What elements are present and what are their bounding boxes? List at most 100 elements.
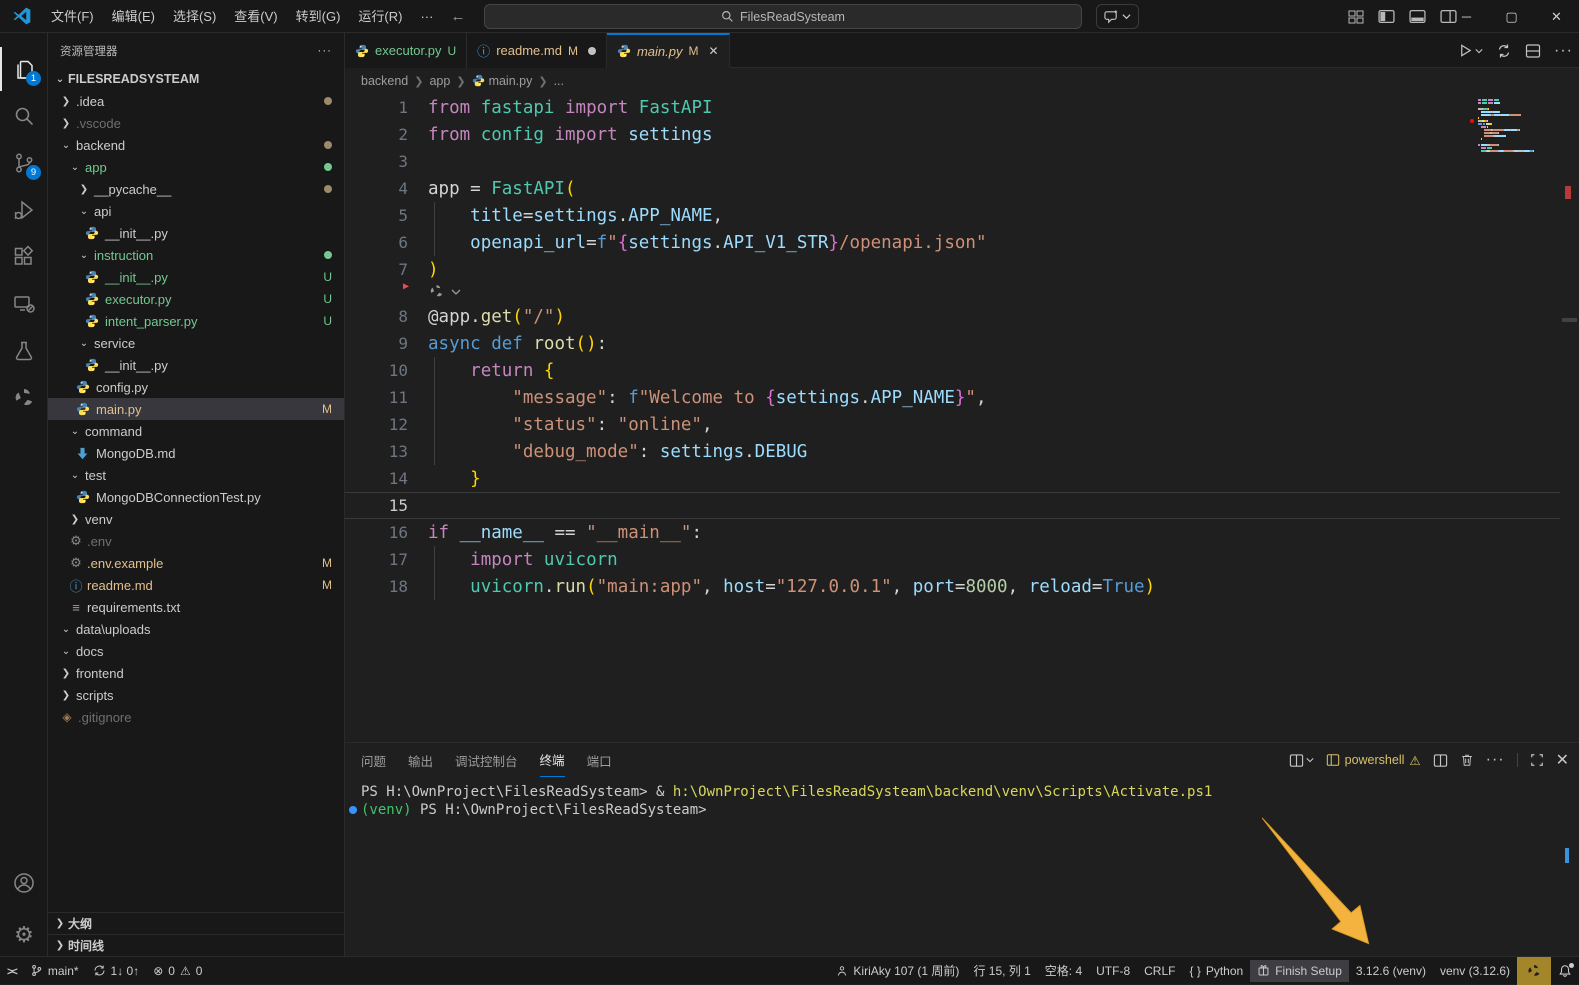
more-actions-icon[interactable]: ··· — [1554, 42, 1573, 60]
panel-tab-端口[interactable]: 端口 — [587, 743, 612, 777]
maximize-button[interactable]: ▢ — [1489, 0, 1534, 33]
activity-testing[interactable] — [0, 329, 48, 373]
code-line-7[interactable]: 7) — [345, 256, 1560, 283]
status-problems[interactable]: ⊗0⚠0 — [146, 960, 209, 982]
code-line-16[interactable]: 16if __name__ == "__main__": — [345, 519, 1560, 546]
breadcrumb-app[interactable]: app — [429, 74, 450, 88]
minimize-button[interactable]: ─ — [1444, 0, 1489, 33]
split-terminal-icon[interactable] — [1433, 753, 1448, 768]
sidebar-more-actions[interactable]: ··· — [318, 45, 333, 57]
menu-r[interactable]: 运行(R) — [349, 0, 411, 33]
code-line-13[interactable]: 13 "debug_mode": settings.DEBUG — [345, 438, 1560, 465]
code-line-6[interactable]: 6 openapi_url=f"{settings.API_V1_STR}/op… — [345, 229, 1560, 256]
tree-item-frontend[interactable]: ❯frontend — [48, 662, 344, 684]
terminal-content[interactable]: PS H:\OwnProject\FilesReadSysteam> & h:\… — [345, 783, 1579, 956]
panel-tab-输出[interactable]: 输出 — [408, 743, 433, 777]
tree-item-requirements.txt[interactable]: ≡requirements.txt — [48, 596, 344, 618]
tree-item-service[interactable]: ⌄service — [48, 332, 344, 354]
code-line-4[interactable]: 4app = FastAPI( — [345, 175, 1560, 202]
tree-item-__pycache__[interactable]: ❯__pycache__ — [48, 178, 344, 200]
activity-source-control[interactable]: 9 — [0, 141, 48, 185]
tree-item-instruction[interactable]: ⌄instruction — [48, 244, 344, 266]
activity-search[interactable] — [0, 94, 48, 138]
workspace-root-folder[interactable]: ⌄ FILESREADSYSTEAM — [48, 68, 344, 90]
split-editor-icon[interactable] — [1525, 43, 1541, 59]
tree-item-MongoDB.md[interactable]: MongoDB.md — [48, 442, 344, 464]
trash-icon[interactable] — [1460, 753, 1474, 767]
code-line-12[interactable]: 12 "status": "online", — [345, 411, 1560, 438]
customize-layout-icon[interactable] — [1348, 9, 1364, 25]
status-extension-gold[interactable] — [1517, 957, 1551, 985]
tree-item-.env.example[interactable]: ⚙.env.exampleM — [48, 552, 344, 574]
status-finish-setup[interactable]: Finish Setup — [1250, 960, 1349, 982]
activity-extension-spiral[interactable] — [0, 376, 48, 420]
tree-item-.idea[interactable]: ❯.idea — [48, 90, 344, 112]
tree-item-backend[interactable]: ⌄backend — [48, 134, 344, 156]
code-line-18[interactable]: 18 uvicorn.run("main:app", host="127.0.0… — [345, 573, 1560, 600]
code-line-3[interactable]: 3 — [345, 148, 1560, 175]
more-actions-icon[interactable]: ··· — [1486, 751, 1505, 769]
status-python-interpreter[interactable]: 3.12.6 (venv) — [1349, 960, 1433, 982]
status-blame-author[interactable]: KiriAky 107 (1 周前) — [829, 960, 966, 982]
activity-extensions[interactable] — [0, 235, 48, 279]
activity-remote-explorer[interactable] — [0, 282, 48, 326]
code-line-10[interactable]: 10 return { — [345, 357, 1560, 384]
tree-item-scripts[interactable]: ❯scripts — [48, 684, 344, 706]
activity-explorer[interactable]: 1 — [0, 47, 48, 91]
menu-more[interactable]: ··· — [411, 0, 442, 33]
status-git-branch[interactable]: main* — [23, 960, 86, 982]
tree-item-api[interactable]: ⌄api — [48, 200, 344, 222]
tree-item-venv[interactable]: ❯venv — [48, 508, 344, 530]
tree-item-config.py[interactable]: config.py — [48, 376, 344, 398]
activity-settings[interactable]: ⚙ — [0, 913, 48, 957]
maximize-panel-icon[interactable] — [1530, 753, 1544, 767]
code-line-17[interactable]: 17 import uvicorn — [345, 546, 1560, 573]
code-line-11[interactable]: 11 "message": f"Welcome to {settings.APP… — [345, 384, 1560, 411]
menu-v[interactable]: 查看(V) — [225, 0, 286, 33]
command-center-search[interactable]: FilesReadSysteam — [484, 4, 1082, 29]
breadcrumb-backend[interactable]: backend — [361, 74, 408, 88]
status-eol[interactable]: CRLF — [1137, 960, 1182, 982]
code-line-1[interactable]: 1from fastapi import FastAPI — [345, 94, 1560, 121]
minimap[interactable] — [1478, 99, 1536, 153]
close-button[interactable]: ✕ — [1534, 0, 1579, 33]
breakpoint-arrow-icon[interactable]: ▶ — [403, 281, 409, 292]
back-icon[interactable]: ← — [442, 8, 473, 25]
tree-item-.env[interactable]: ⚙.env — [48, 530, 344, 552]
tree-item-.gitignore[interactable]: ◈.gitignore — [48, 706, 344, 728]
status-git-sync[interactable]: 1↓ 0↑ — [86, 960, 147, 982]
scrollbar-thumb[interactable] — [1562, 318, 1577, 322]
section-大纲[interactable]: ❯大纲 — [48, 912, 344, 934]
tab-readme.md[interactable]: ⓘreadme.mdM — [467, 33, 607, 68]
copilot-button[interactable] — [1096, 4, 1139, 29]
section-时间线[interactable]: ❯时间线 — [48, 934, 344, 956]
panel-tab-调试控制台[interactable]: 调试控制台 — [455, 743, 518, 777]
status-cursor-position[interactable]: 行 15, 列 1 — [966, 960, 1037, 982]
status-indentation[interactable]: 空格: 4 — [1038, 960, 1089, 982]
tree-item-data_uploads[interactable]: ⌄data\uploads — [48, 618, 344, 640]
breadcrumb-...[interactable]: ... — [554, 74, 564, 88]
status-remote-indicator[interactable]: >< — [0, 960, 23, 982]
tab-executor.py[interactable]: executor.pyU — [345, 33, 467, 68]
run-python-button[interactable] — [1458, 43, 1483, 58]
panel-tab-问题[interactable]: 问题 — [361, 743, 386, 777]
tree-item-.vscode[interactable]: ❯.vscode — [48, 112, 344, 134]
menu-f[interactable]: 文件(F) — [42, 0, 103, 33]
menu-s[interactable]: 选择(S) — [164, 0, 225, 33]
command-decoration-dot[interactable] — [349, 806, 357, 814]
status-language-mode[interactable]: { }Python — [1182, 960, 1250, 982]
code-line-8[interactable]: 8@app.get("/") — [345, 303, 1560, 330]
close-tab-icon[interactable]: ✕ — [708, 44, 718, 58]
code-line-14[interactable]: 14 } — [345, 465, 1560, 492]
status-notifications[interactable] — [1551, 960, 1579, 982]
breadcrumb-main.py[interactable]: main.py — [472, 74, 533, 88]
launch-profile-button[interactable] — [1289, 753, 1314, 768]
tree-item-app[interactable]: ⌄app — [48, 156, 344, 178]
status-venv-indicator[interactable]: venv (3.12.6) — [1433, 960, 1517, 982]
code-line-2[interactable]: 2from config import settings — [345, 121, 1560, 148]
tree-item-test[interactable]: ⌄test — [48, 464, 344, 486]
inline-suggestion-widget[interactable] — [428, 283, 461, 300]
tree-item-command[interactable]: ⌄command — [48, 420, 344, 442]
activity-run-debug[interactable] — [0, 188, 48, 232]
tree-item-__init__.py[interactable]: __init__.py — [48, 222, 344, 244]
